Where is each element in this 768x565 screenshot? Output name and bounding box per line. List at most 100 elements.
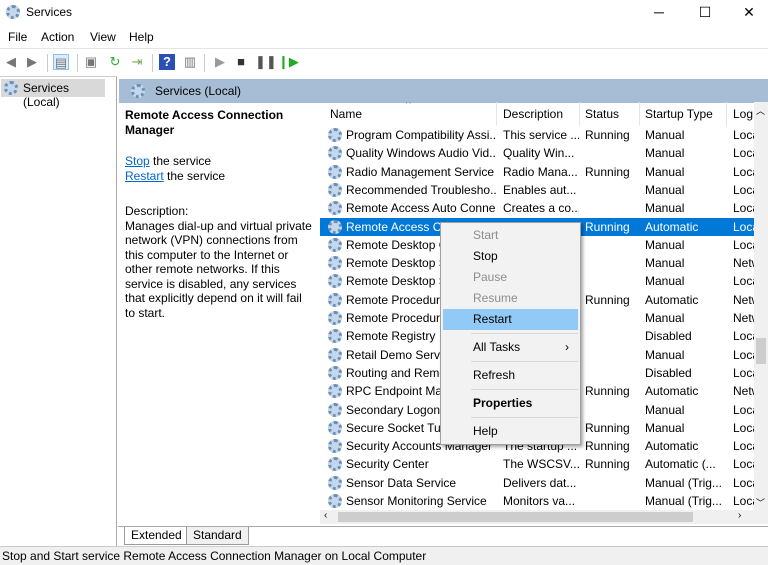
horizontal-scrollbar[interactable]: ‹ › — [320, 510, 768, 524]
cell-name: Security Center — [346, 457, 429, 472]
service-row[interactable]: Radio Management Service Radio Mana... Run… — [320, 163, 754, 181]
column-header-status[interactable]: Status — [585, 106, 619, 126]
service-gear-icon — [328, 164, 342, 179]
cell-startup-type: Manual — [645, 311, 685, 325]
scroll-right-icon[interactable]: › — [738, 510, 741, 521]
show-action-pane-icon[interactable]: ▥ — [182, 54, 198, 70]
cell-startup-type: Manual — [645, 237, 685, 252]
tab-standard[interactable]: Standard — [186, 527, 249, 545]
cell-status: Running — [585, 292, 630, 307]
service-gear-icon — [328, 146, 342, 161]
service-row[interactable]: Program Compatibility Assi... This servic… — [320, 126, 754, 144]
menu-item-refresh[interactable]: Refresh — [443, 365, 578, 386]
service-gear-icon — [328, 347, 342, 362]
description-text: Manages dial-up and virtual private netw… — [125, 218, 312, 320]
services-icon — [4, 81, 18, 95]
service-row[interactable]: Quality Windows Audio Vid... Quality Win.… — [320, 144, 754, 162]
cell-description: Monitors va... — [503, 494, 576, 508]
menu-file[interactable]: File — [8, 30, 27, 44]
cell-log-on-as: Loca — [733, 164, 754, 179]
properties-icon[interactable]: ▣ — [83, 54, 99, 70]
column-header-log-on-as[interactable]: Log — [733, 106, 753, 126]
services-app-icon — [6, 5, 20, 19]
vertical-scroll-thumb[interactable] — [756, 338, 766, 364]
column-header-description[interactable]: Description — [503, 106, 563, 126]
cell-startup-type: Manual — [645, 256, 685, 271]
menu-action[interactable]: Action — [41, 30, 74, 44]
service-gear-icon — [328, 256, 342, 271]
menu-view[interactable]: View — [90, 30, 116, 44]
description-label: Description: — [125, 204, 189, 218]
start-service-icon[interactable]: ▶ — [212, 54, 228, 70]
tree-item-services-local[interactable]: Services (Local) — [1, 79, 105, 109]
menu-help[interactable]: Help — [129, 30, 154, 44]
cell-name: Remote Access Auto Conne... — [346, 201, 496, 216]
export-list-icon[interactable]: ⇥ — [129, 54, 145, 70]
service-gear-icon — [328, 384, 342, 399]
cell-name: Program Compatibility Assi... — [346, 128, 496, 142]
vertical-scrollbar[interactable]: ︿ ﹀ — [754, 102, 768, 510]
scroll-left-icon[interactable]: ‹ — [324, 510, 327, 521]
menu-item-restart[interactable]: Restart — [443, 309, 578, 330]
stop-link[interactable]: Stop — [125, 154, 150, 168]
maximize-button[interactable]: ☐ — [682, 0, 728, 25]
cell-log-on-as: Netw — [733, 292, 754, 307]
service-gear-icon — [328, 201, 342, 216]
service-gear-icon — [328, 182, 342, 197]
cell-status: Running — [585, 457, 630, 472]
console-tree: Services (Local) — [0, 76, 117, 546]
service-row[interactable]: Sensor Monitoring Service Monitors va... M… — [320, 492, 754, 510]
cell-log-on-as: Netw — [733, 384, 754, 399]
cell-description: Quality Win... — [503, 146, 575, 161]
menu-item-stop[interactable]: Stop — [443, 246, 578, 267]
restart-link[interactable]: Restart — [125, 169, 164, 183]
pause-service-icon[interactable]: ❚❚ — [255, 54, 277, 70]
service-row[interactable]: Recommended Troublesho... Enables aut... M… — [320, 181, 754, 199]
service-gear-icon — [328, 365, 342, 380]
cell-log-on-as: Loca — [733, 146, 754, 161]
cell-log-on-as: Netw — [733, 311, 754, 325]
menu-item-pause[interactable]: Pause — [443, 267, 578, 288]
service-row[interactable]: Security Center The WSCSV... Running Automa… — [320, 455, 754, 473]
menu-item-start[interactable]: Start — [443, 225, 578, 246]
refresh-icon[interactable]: ↻ — [107, 54, 123, 70]
cell-status: Running — [585, 384, 630, 399]
restart-service-icon[interactable]: ❙▶ — [278, 54, 299, 70]
cell-log-on-as: Loca — [733, 457, 754, 472]
close-button[interactable]: ✕ — [726, 0, 768, 25]
menu-item-resume[interactable]: Resume — [443, 288, 578, 309]
show-hide-console-tree-icon[interactable]: ▤ — [53, 54, 69, 70]
horizontal-scroll-thumb[interactable] — [338, 512, 693, 522]
cell-log-on-as: Loca — [733, 237, 754, 252]
toolbar: ◀ ▶ ▤ ▣ ↻ ⇥ ? ▥ ▶ ■ ❚❚ ❙▶ — [0, 48, 768, 74]
forward-arrow-icon[interactable]: ▶ — [24, 54, 40, 70]
cell-startup-type: Manual — [645, 128, 685, 142]
status-bar: Stop and Start service Remote Access Con… — [0, 546, 768, 565]
scroll-down-icon[interactable]: ﹀ — [756, 496, 765, 509]
menu-item-help[interactable]: Help — [443, 421, 578, 442]
service-gear-icon — [328, 402, 342, 417]
menu-bar: File Action View Help — [0, 27, 768, 47]
menu-item-properties[interactable]: Properties — [443, 393, 578, 414]
minimize-button[interactable]: ─ — [636, 0, 682, 25]
service-gear-icon — [328, 292, 342, 307]
scroll-up-icon[interactable]: ︿ — [756, 104, 765, 117]
service-gear-icon — [328, 494, 342, 508]
cell-status: Running — [585, 219, 630, 234]
cell-name: Recommended Troublesho... — [346, 182, 496, 197]
help-icon[interactable]: ? — [159, 54, 175, 70]
service-gear-icon — [328, 475, 342, 490]
tab-extended[interactable]: Extended — [124, 527, 189, 545]
back-arrow-icon[interactable]: ◀ — [3, 54, 19, 70]
menu-item-all-tasks[interactable]: All Tasks › — [443, 337, 578, 358]
cell-log-on-as: Loca — [733, 347, 754, 362]
stop-service-icon[interactable]: ■ — [233, 54, 249, 70]
service-row[interactable]: Sensor Data Service Delivers dat... Manual… — [320, 474, 754, 492]
cell-log-on-as: Loca — [733, 274, 754, 289]
pane-title: Services (Local) — [155, 84, 242, 98]
service-row[interactable]: Remote Access Auto Conne... Creates a co.… — [320, 199, 754, 217]
view-tabs: Extended Standard — [118, 526, 768, 546]
column-header-startup-type[interactable]: Startup Type — [645, 106, 713, 126]
column-header-name[interactable]: Name — [330, 106, 362, 126]
service-details: Remote Access Connection Manager Stop th… — [125, 108, 315, 320]
